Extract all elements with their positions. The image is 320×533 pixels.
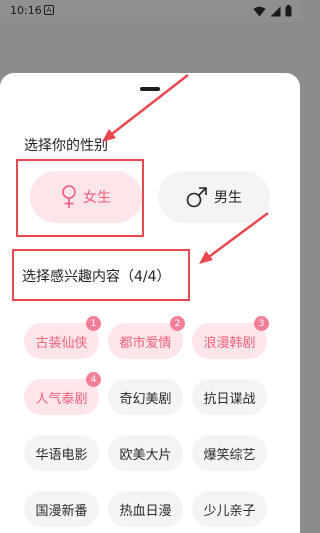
bottom-sheet: 选择你的性别 女生 男生 选择感兴趣内容（4/4） 古装仙侠 1 都市爱情 2 浪漫韩剧… (0, 73, 300, 533)
interest-tag-label: 华语电影 (35, 447, 88, 463)
interest-tag[interactable]: 国漫新番 (24, 491, 99, 527)
male-option-button[interactable]: 男生 (158, 171, 270, 223)
selection-order-badge: 2 (170, 316, 185, 331)
status-bar: 10:16 A (0, 0, 300, 22)
interest-tag-label: 国漫新番 (35, 503, 88, 519)
interest-tag[interactable]: 人气泰剧 4 (24, 372, 101, 415)
annotation-box-interest (12, 249, 190, 301)
battery-icon (285, 5, 292, 17)
interest-tag[interactable]: 欧美大片 (108, 435, 183, 471)
interest-tag-label: 少儿亲子 (203, 503, 256, 519)
interest-tag-label: 古装仙侠 (35, 335, 88, 351)
status-icons (253, 5, 292, 17)
interest-tag-label: 欧美大片 (119, 447, 172, 463)
interest-tag[interactable]: 浪漫韩剧 3 (192, 316, 269, 359)
interest-tag[interactable]: 爆笑综艺 (192, 435, 267, 471)
status-time: 10:16 (10, 4, 42, 17)
interest-tag-label: 热血日漫 (119, 503, 172, 519)
male-option-label: 男生 (214, 190, 242, 206)
interest-tag[interactable]: 少儿亲子 (192, 491, 267, 527)
wifi-icon (253, 6, 266, 16)
interest-tag[interactable]: 古装仙侠 1 (24, 316, 101, 359)
interest-tag-label: 奇幻美剧 (119, 391, 172, 407)
interest-tag[interactable]: 奇幻美剧 (108, 379, 183, 415)
annotation-box-gender (16, 159, 144, 237)
gender-section-title: 选择你的性别 (24, 138, 108, 154)
interest-tag[interactable]: 华语电影 (24, 435, 99, 471)
selection-order-badge: 3 (254, 316, 269, 331)
notification-icon: A (44, 5, 54, 15)
interest-tag-label: 抗日谍战 (203, 391, 256, 407)
sheet-drag-handle[interactable] (140, 87, 160, 91)
selection-order-badge: 1 (86, 316, 101, 331)
male-symbol-icon (186, 187, 207, 208)
interest-tag-label: 都市爱情 (119, 335, 172, 351)
interest-tag[interactable]: 热血日漫 (108, 491, 183, 527)
selection-order-badge: 4 (86, 372, 101, 387)
signal-icon (270, 6, 281, 16)
interest-tag-label: 爆笑综艺 (203, 447, 256, 463)
interest-tag[interactable]: 抗日谍战 (192, 379, 267, 415)
interest-tag-label: 人气泰剧 (35, 391, 88, 407)
interest-tag[interactable]: 都市爱情 2 (108, 316, 185, 359)
interest-tag-label: 浪漫韩剧 (203, 335, 256, 351)
